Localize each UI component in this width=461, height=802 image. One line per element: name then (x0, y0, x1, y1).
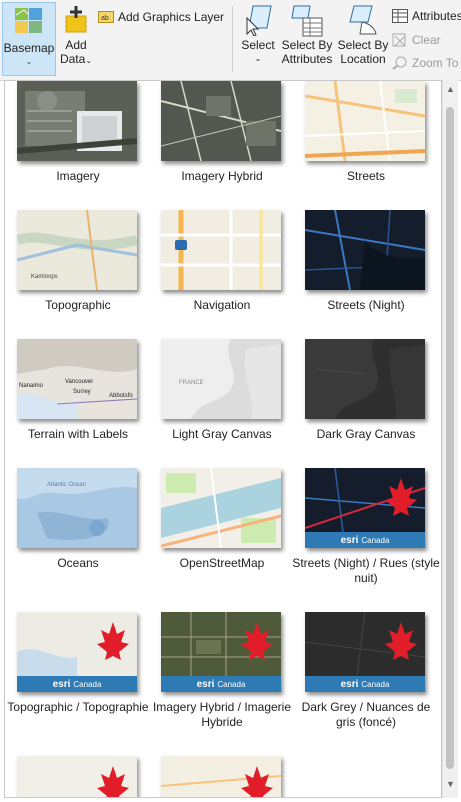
esri-country: Canada (361, 535, 390, 545)
esri-canada-badge: esri Canada (305, 676, 425, 692)
thumbnail: esri Canada (305, 612, 425, 692)
clear-icon (392, 33, 406, 47)
thumbnail (161, 81, 281, 161)
map-text-vancouver: Vancouver (65, 379, 93, 385)
select-by-attributes-label-2: Attributes (281, 52, 333, 66)
chevron-down-icon: ⌄ (254, 54, 262, 63)
thumbnail: esri Canada (17, 612, 137, 692)
svg-text:ab: ab (101, 15, 109, 22)
select-label: Select (241, 38, 275, 52)
thumbnail (305, 210, 425, 290)
basemap-icon (15, 8, 42, 33)
add-graphics-layer-button[interactable]: ab Add Graphics Layer (98, 9, 224, 25)
map-text-ocean: Atlantic Ocean (47, 482, 86, 488)
basemap-label: Oceans (57, 556, 99, 570)
esri-canada-badge: esri Canada (305, 532, 425, 548)
scroll-up-arrow-icon[interactable]: ▲ (446, 85, 455, 94)
thumbnail (17, 81, 137, 161)
basemap-label: Dark Grey / Nuances de gris (foncé) (301, 700, 431, 729)
add-data-button[interactable]: Add Data⌄ (58, 4, 94, 68)
ribbon-separator (232, 6, 233, 72)
thumbnail (17, 756, 137, 797)
esri-country: Canada (361, 679, 390, 689)
thumbnail: esri Canada (161, 612, 281, 692)
add-graphics-layer-label: Add Graphics Layer (118, 10, 225, 24)
thumbnail: Atlantic Ocean (17, 468, 137, 548)
zoom-to-icon (392, 56, 407, 70)
map-text-abbotsford: Abbotsfo (109, 393, 133, 399)
attributes-button[interactable]: Attributes (392, 8, 461, 24)
select-cursor-icon (246, 5, 272, 36)
zoom-to-button[interactable]: Zoom To (392, 55, 458, 71)
select-by-attributes-button[interactable]: Select By Attributes (279, 4, 335, 66)
map-text-france: FRANCE (179, 380, 204, 386)
select-by-location-button[interactable]: Select By Location (336, 4, 390, 66)
esri-canada-badge: esri Canada (17, 676, 137, 692)
esri-brand: esri (340, 534, 359, 546)
select-by-location-label-1: Select By (337, 38, 389, 52)
table-icon (392, 9, 408, 23)
basemap-label: Streets (Night) (327, 298, 405, 312)
select-by-location-label-2: Location (340, 52, 386, 66)
thumbnail: Nanaimo Vancouver Surrey Abbotsfo (17, 339, 137, 419)
select-by-location-icon (349, 5, 377, 35)
thumbnail: Kamloops (17, 210, 137, 290)
esri-brand: esri (196, 678, 215, 690)
select-button[interactable]: Select ⌄ (240, 4, 276, 66)
thumbnail (305, 81, 425, 161)
basemap-label: Streets (346, 169, 385, 183)
basemap-label: Basemap (3, 41, 55, 55)
esri-brand: esri (52, 678, 71, 690)
basemap-button[interactable]: Basemap ⌄ (2, 2, 56, 76)
basemap-label: Topographic (45, 298, 111, 312)
esri-country: Canada (73, 679, 102, 689)
thumbnail (161, 210, 281, 290)
basemap-label: Streets (Night) / Rues (style nuit) (292, 556, 440, 585)
basemap-label: Dark Gray Canvas (316, 427, 416, 441)
clear-label: Clear (412, 33, 441, 47)
thumbnail: esri Canada (305, 468, 425, 548)
basemap-label: Light Gray Canvas (172, 427, 272, 441)
add-data-label-2: Data (59, 52, 86, 66)
thumbnail (161, 468, 281, 548)
thumbnail (305, 339, 425, 419)
map-text-nanaimo: Nanaimo (19, 383, 44, 389)
esri-brand: esri (340, 678, 359, 690)
attributes-label: Attributes (412, 9, 461, 23)
esri-country: Canada (217, 679, 246, 689)
basemap-gallery: Imagery Imagery Hybrid Streets Kamloops … (4, 80, 442, 798)
ribbon: Basemap ⌄ Add Data⌄ ab Add Graphics Laye… (0, 0, 461, 81)
thumbnail (161, 756, 281, 797)
chevron-down-icon: ⌄ (25, 57, 33, 66)
gallery-scrollbar[interactable]: ▲ ▼ (442, 80, 458, 798)
select-by-attributes-label-1: Select By (281, 38, 333, 52)
thumbnail: FRANCE (161, 339, 281, 419)
add-data-label-1: Add (65, 38, 87, 52)
clear-button[interactable]: Clear (392, 32, 441, 48)
basemap-label: Navigation (193, 298, 251, 312)
basemap-label: OpenStreetMap (179, 556, 265, 570)
basemap-label: Imagery Hybrid (181, 169, 263, 183)
scrollbar-thumb[interactable] (446, 107, 454, 769)
graphics-layer-icon: ab (98, 11, 114, 23)
chevron-down-icon: ⌄ (85, 56, 93, 65)
basemap-label: Topographic / Topographie (7, 700, 149, 714)
basemap-label: Imagery (56, 169, 100, 183)
map-text-kamloops: Kamloops (31, 274, 58, 280)
zoom-to-label: Zoom To (412, 56, 459, 70)
basemap-label: Terrain with Labels (27, 427, 129, 441)
map-text-surrey: Surrey (73, 389, 91, 395)
basemap-label: Imagery Hybrid / Imagerie Hybride (152, 700, 292, 729)
select-by-attributes-icon (291, 5, 323, 37)
add-data-icon (65, 6, 87, 33)
scroll-down-arrow-icon[interactable]: ▼ (446, 780, 455, 789)
esri-canada-badge: esri Canada (161, 676, 281, 692)
